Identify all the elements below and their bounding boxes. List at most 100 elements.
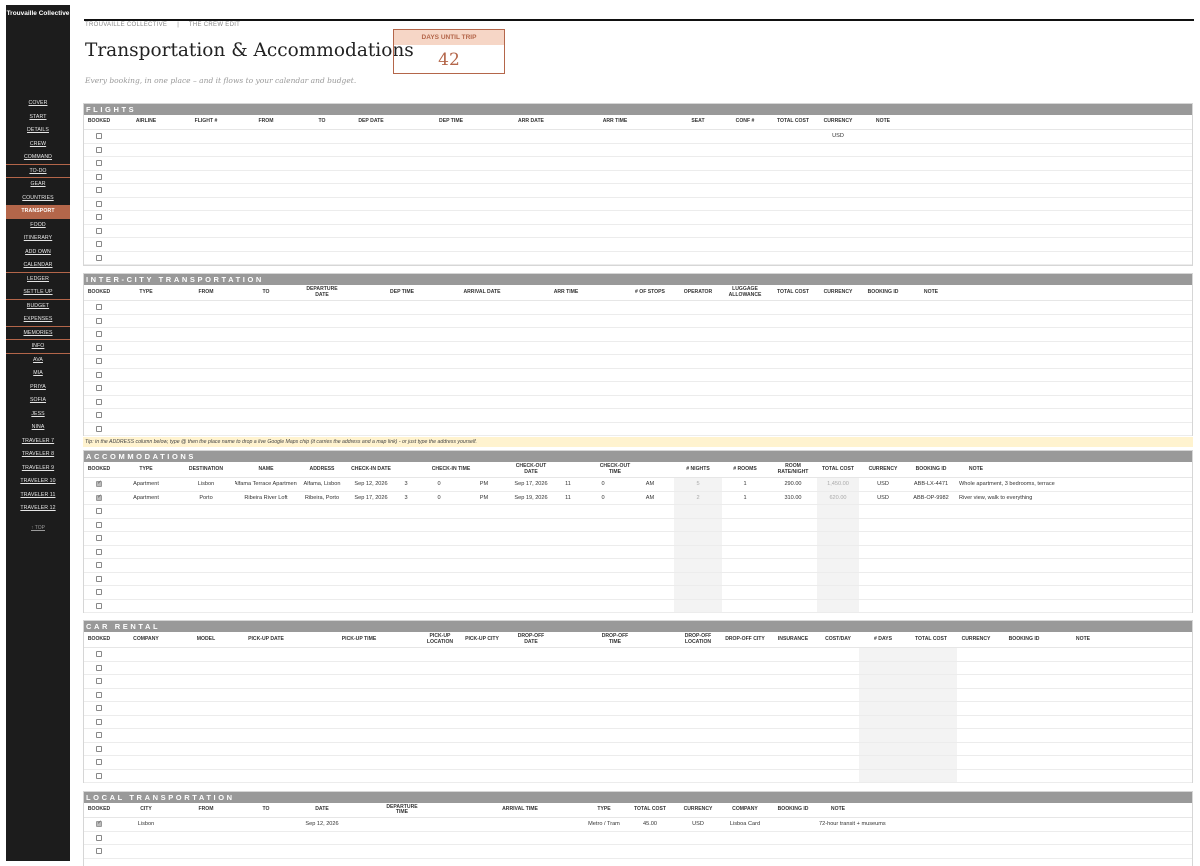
sidebar-item-traveler-11[interactable]: TRAVELER 11 <box>6 489 70 503</box>
cell-checkout-hour[interactable]: 11 <box>561 478 575 491</box>
cell-currency[interactable]: USD <box>863 478 903 491</box>
cell-checkin-date[interactable]: Sep 12, 2026 <box>351 478 391 491</box>
cell-type[interactable]: Metro / Tram <box>584 818 624 831</box>
cell-destination[interactable]: Lisbon <box>186 478 226 491</box>
booked-checkbox[interactable] <box>96 173 102 180</box>
cell-booking-id[interactable]: ABB-LX-4471 <box>911 478 951 491</box>
booked-checkbox[interactable] <box>96 834 102 841</box>
sidebar-item-command[interactable]: COMMAND <box>6 151 70 165</box>
sidebar-item-priya[interactable]: PRIYA <box>6 381 70 395</box>
booked-checkbox[interactable] <box>96 848 102 854</box>
booked-checkbox[interactable] <box>96 425 102 432</box>
cell-checkout-hour[interactable]: 11 <box>561 492 575 505</box>
cell-checkin-minute[interactable]: 0 <box>432 478 446 491</box>
sidebar-item-settle-up[interactable]: SETTLE UP <box>6 286 70 300</box>
cell-destination[interactable]: Porto <box>186 492 226 505</box>
sidebar-item-food[interactable]: FOOD <box>6 219 70 233</box>
booked-checkbox[interactable] <box>96 589 102 595</box>
cell-checkout-ampm[interactable]: AM <box>642 492 658 505</box>
cell-room-rate[interactable]: 290.00 <box>773 478 813 491</box>
booked-checkbox[interactable] <box>96 371 102 378</box>
sidebar-item-cover[interactable]: COVER <box>6 97 70 111</box>
booked-checkbox[interactable] <box>96 705 102 711</box>
booked-checkbox[interactable] <box>96 133 102 139</box>
cell-checkout-minute[interactable]: 0 <box>596 492 610 505</box>
sidebar-item-calendar[interactable]: CALENDAR <box>6 259 70 273</box>
booked-checkbox[interactable] <box>96 227 102 234</box>
cell-checkin-minute[interactable]: 0 <box>432 492 446 505</box>
cell-checkout-date[interactable]: Sep 19, 2026 <box>511 492 551 505</box>
booked-checkbox[interactable] <box>96 575 102 582</box>
booked-checkbox[interactable] <box>96 651 102 657</box>
booked-checkbox[interactable] <box>96 317 102 324</box>
booked-checkbox[interactable] <box>96 494 102 501</box>
booked-checkbox[interactable] <box>96 691 102 698</box>
cell-total-cost[interactable]: 1,450.00 <box>818 478 858 491</box>
booked-checkbox[interactable] <box>96 521 102 528</box>
booked-checkbox[interactable] <box>96 385 102 391</box>
cell-nights[interactable]: 2 <box>678 492 718 505</box>
cell-name[interactable]: Ribeira River Loft <box>235 492 297 505</box>
sidebar-item-ledger[interactable]: LEDGER <box>6 273 70 287</box>
booked-checkbox[interactable] <box>96 759 102 765</box>
booked-checkbox[interactable] <box>96 187 102 193</box>
sidebar-item-sofia[interactable]: SOFIA <box>6 394 70 408</box>
booked-checkbox[interactable] <box>96 398 102 405</box>
sidebar-item-traveler-8[interactable]: TRAVELER 8 <box>6 448 70 462</box>
cell-date[interactable]: Sep 12, 2026 <box>302 818 342 831</box>
sidebar-item-info[interactable]: INFO <box>6 340 70 354</box>
sidebar-item-crew[interactable]: CREW <box>6 138 70 152</box>
sidebar-item-transport[interactable]: TRANSPORT <box>6 205 70 219</box>
booked-checkbox[interactable] <box>96 535 102 541</box>
cell-checkin-hour[interactable]: 3 <box>399 478 413 491</box>
sidebar-item-traveler-9[interactable]: TRAVELER 9 <box>6 462 70 476</box>
cell-company[interactable]: Lisboa Card <box>725 818 765 831</box>
sidebar-item-memories[interactable]: MEMORIES <box>6 327 70 340</box>
booked-checkbox[interactable] <box>96 254 102 261</box>
booked-checkbox[interactable] <box>96 146 102 153</box>
sidebar-item-expenses[interactable]: EXPENSES <box>6 313 70 327</box>
booked-checkbox[interactable] <box>96 678 102 684</box>
sidebar-item-nina[interactable]: NINA <box>6 421 70 435</box>
booked-checkbox[interactable] <box>96 548 102 555</box>
sidebar-item-countries[interactable]: COUNTRIES <box>6 192 70 206</box>
cell-address[interactable]: Alfama, Lisbon <box>300 478 344 491</box>
sidebar-item-jess[interactable]: JESS <box>6 408 70 422</box>
cell-currency[interactable]: USD <box>678 818 718 831</box>
sidebar-item-details[interactable]: DETAILS <box>6 124 70 138</box>
booked-checkbox[interactable] <box>96 344 102 351</box>
cell-booking-id[interactable]: ABB-OP-9982 <box>911 492 951 505</box>
cell-checkout-date[interactable]: Sep 17, 2026 <box>511 478 551 491</box>
sidebar-item-traveler-10[interactable]: TRAVELER 10 <box>6 475 70 489</box>
booked-checkbox[interactable] <box>96 331 102 337</box>
cell-note[interactable]: Whole apartment, 3 bedrooms, terrace <box>959 478 1119 491</box>
booked-checkbox[interactable] <box>96 358 102 364</box>
booked-checkbox[interactable] <box>96 241 102 247</box>
booked-checkbox[interactable] <box>96 160 102 166</box>
cell-city[interactable]: Lisbon <box>126 818 166 831</box>
cell-room-rate[interactable]: 310.00 <box>773 492 813 505</box>
cell-type[interactable]: Apartment <box>126 492 166 505</box>
booked-checkbox[interactable] <box>96 664 102 671</box>
sidebar-item-itinerary[interactable]: ITINERARY <box>6 232 70 246</box>
booked-checkbox[interactable] <box>96 200 102 207</box>
back-to-top-link[interactable]: ↑ TOP <box>6 525 70 531</box>
cell-checkout-ampm[interactable]: AM <box>642 478 658 491</box>
sidebar-item-traveler-12[interactable]: TRAVELER 12 <box>6 502 70 516</box>
cell-rooms[interactable]: 1 <box>725 478 765 491</box>
cell-checkin-hour[interactable]: 3 <box>399 492 413 505</box>
sidebar-item-budget[interactable]: BUDGET <box>6 300 70 314</box>
sidebar-item-add-own[interactable]: ADD OWN <box>6 246 70 260</box>
cell-name[interactable]: Alfama Terrace Apartment <box>235 478 297 491</box>
cell-total-cost[interactable]: 620.00 <box>818 492 858 505</box>
cell-checkout-minute[interactable]: 0 <box>596 478 610 491</box>
sidebar-item-ava[interactable]: AVA <box>6 354 70 368</box>
booked-checkbox[interactable] <box>96 732 102 738</box>
cell-note[interactable]: River view, walk to everything <box>959 492 1119 505</box>
cell-nights[interactable]: 5 <box>678 478 718 491</box>
cell-currency[interactable]: USD <box>863 492 903 505</box>
cell-rooms[interactable]: 1 <box>725 492 765 505</box>
cell-checkin-date[interactable]: Sep 17, 2026 <box>351 492 391 505</box>
cell-address[interactable]: Ribeira, Porto <box>300 492 344 505</box>
booked-checkbox[interactable] <box>96 718 102 725</box>
